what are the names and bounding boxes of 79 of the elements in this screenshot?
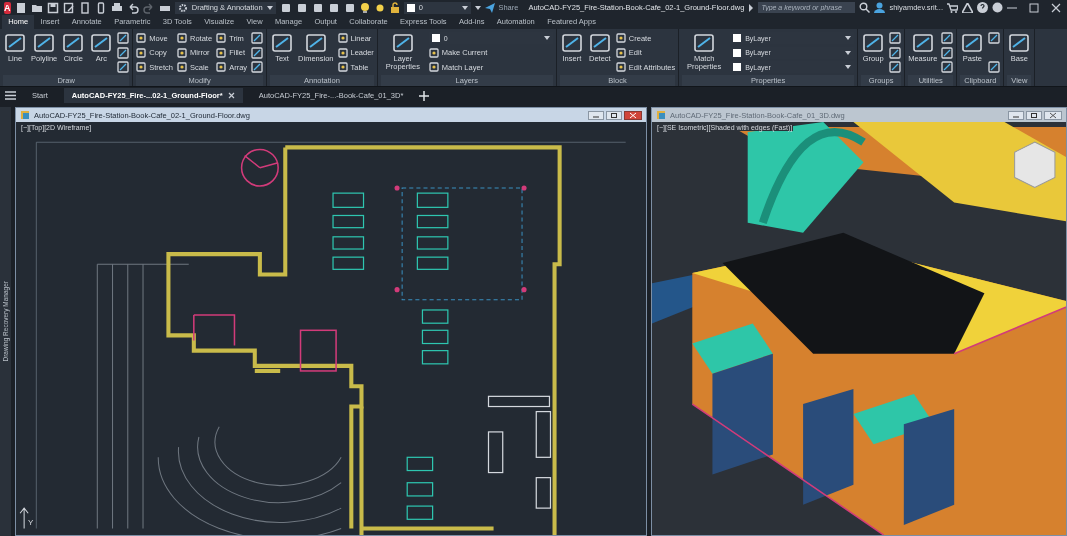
tool-icon	[177, 33, 188, 43]
tool-icon	[136, 33, 147, 43]
tool-icon	[216, 33, 227, 43]
print-icon[interactable]	[110, 1, 123, 14]
tool-icon	[559, 32, 584, 54]
tool-icon[interactable]	[941, 46, 954, 59]
tool-icon	[390, 32, 415, 54]
tool-icon	[428, 47, 439, 58]
tool-icon	[32, 32, 57, 54]
tool-icon	[3, 32, 27, 54]
new-file-icon[interactable]	[14, 1, 27, 14]
tool-icon[interactable]	[941, 32, 954, 44]
tool-icon	[337, 47, 348, 58]
tool-icon	[337, 33, 348, 43]
tool-icon[interactable]	[988, 61, 1001, 73]
menu-icon[interactable]	[5, 91, 16, 100]
tool-icon[interactable]	[117, 61, 130, 73]
tool-icon[interactable]	[889, 61, 902, 73]
drawing-file-icon	[20, 110, 30, 120]
tool-icon	[861, 32, 886, 54]
tool-icon	[1007, 32, 1032, 54]
tool-icon	[615, 47, 626, 58]
tool-icon	[960, 32, 985, 54]
caret-icon	[543, 35, 550, 41]
color-swatch	[733, 63, 742, 71]
save-icon[interactable]	[46, 1, 59, 14]
tool-icon	[177, 62, 188, 72]
app-logo[interactable]: A	[4, 1, 11, 14]
gear-icon	[177, 2, 188, 13]
tool-icon[interactable]	[251, 32, 264, 44]
caret-icon	[845, 49, 852, 56]
help-icon[interactable]	[977, 2, 988, 13]
maximize-icon[interactable]	[606, 110, 622, 120]
tool-icon	[428, 62, 439, 72]
maximize-icon[interactable]	[1026, 110, 1042, 120]
tool-icon	[692, 32, 717, 54]
tool-icon[interactable]	[117, 46, 130, 59]
tool-icon	[910, 32, 935, 54]
tool-icon[interactable]	[251, 46, 264, 59]
tool-icon	[136, 47, 147, 58]
search-icon[interactable]	[859, 2, 871, 13]
close-icon[interactable]	[1044, 110, 1062, 120]
tool-icon	[177, 47, 188, 58]
tool-icon	[270, 32, 295, 54]
color-swatch	[733, 34, 742, 42]
tool-icon	[89, 32, 114, 54]
save-as-icon[interactable]	[62, 1, 75, 14]
color-swatch	[406, 3, 415, 12]
tool-icon	[216, 62, 227, 72]
close-icon[interactable]	[624, 110, 642, 120]
plus-icon[interactable]	[419, 90, 430, 101]
tool-icon	[216, 47, 227, 58]
cart-icon[interactable]	[947, 2, 958, 13]
color-swatch	[431, 34, 440, 42]
drawing-file-icon	[656, 110, 666, 120]
tool-icon	[615, 33, 626, 43]
bulb-icon	[359, 1, 370, 14]
lock-icon	[389, 1, 400, 14]
tool-icon	[136, 62, 147, 72]
tool-icon[interactable]	[251, 61, 264, 73]
caret-icon	[845, 35, 852, 41]
tool-icon	[337, 62, 348, 72]
caret-icon	[266, 4, 273, 11]
tool-icon[interactable]	[889, 32, 902, 44]
caret-icon	[845, 64, 852, 70]
tool-icon[interactable]	[941, 61, 954, 73]
maximize-icon[interactable]	[1029, 2, 1039, 13]
color-swatch	[733, 48, 742, 57]
paper-plane-icon	[485, 2, 496, 13]
tool-icon	[587, 32, 612, 54]
tool-icon	[61, 32, 86, 54]
tool-icon	[303, 32, 328, 54]
tool-icon[interactable]	[988, 32, 1001, 44]
tool-icon	[615, 62, 626, 72]
tool-icon[interactable]	[117, 32, 130, 44]
tool-icon[interactable]	[889, 46, 902, 59]
axis-label: Y	[28, 518, 34, 527]
user-icon	[874, 2, 886, 13]
arrow-icon	[748, 3, 755, 12]
